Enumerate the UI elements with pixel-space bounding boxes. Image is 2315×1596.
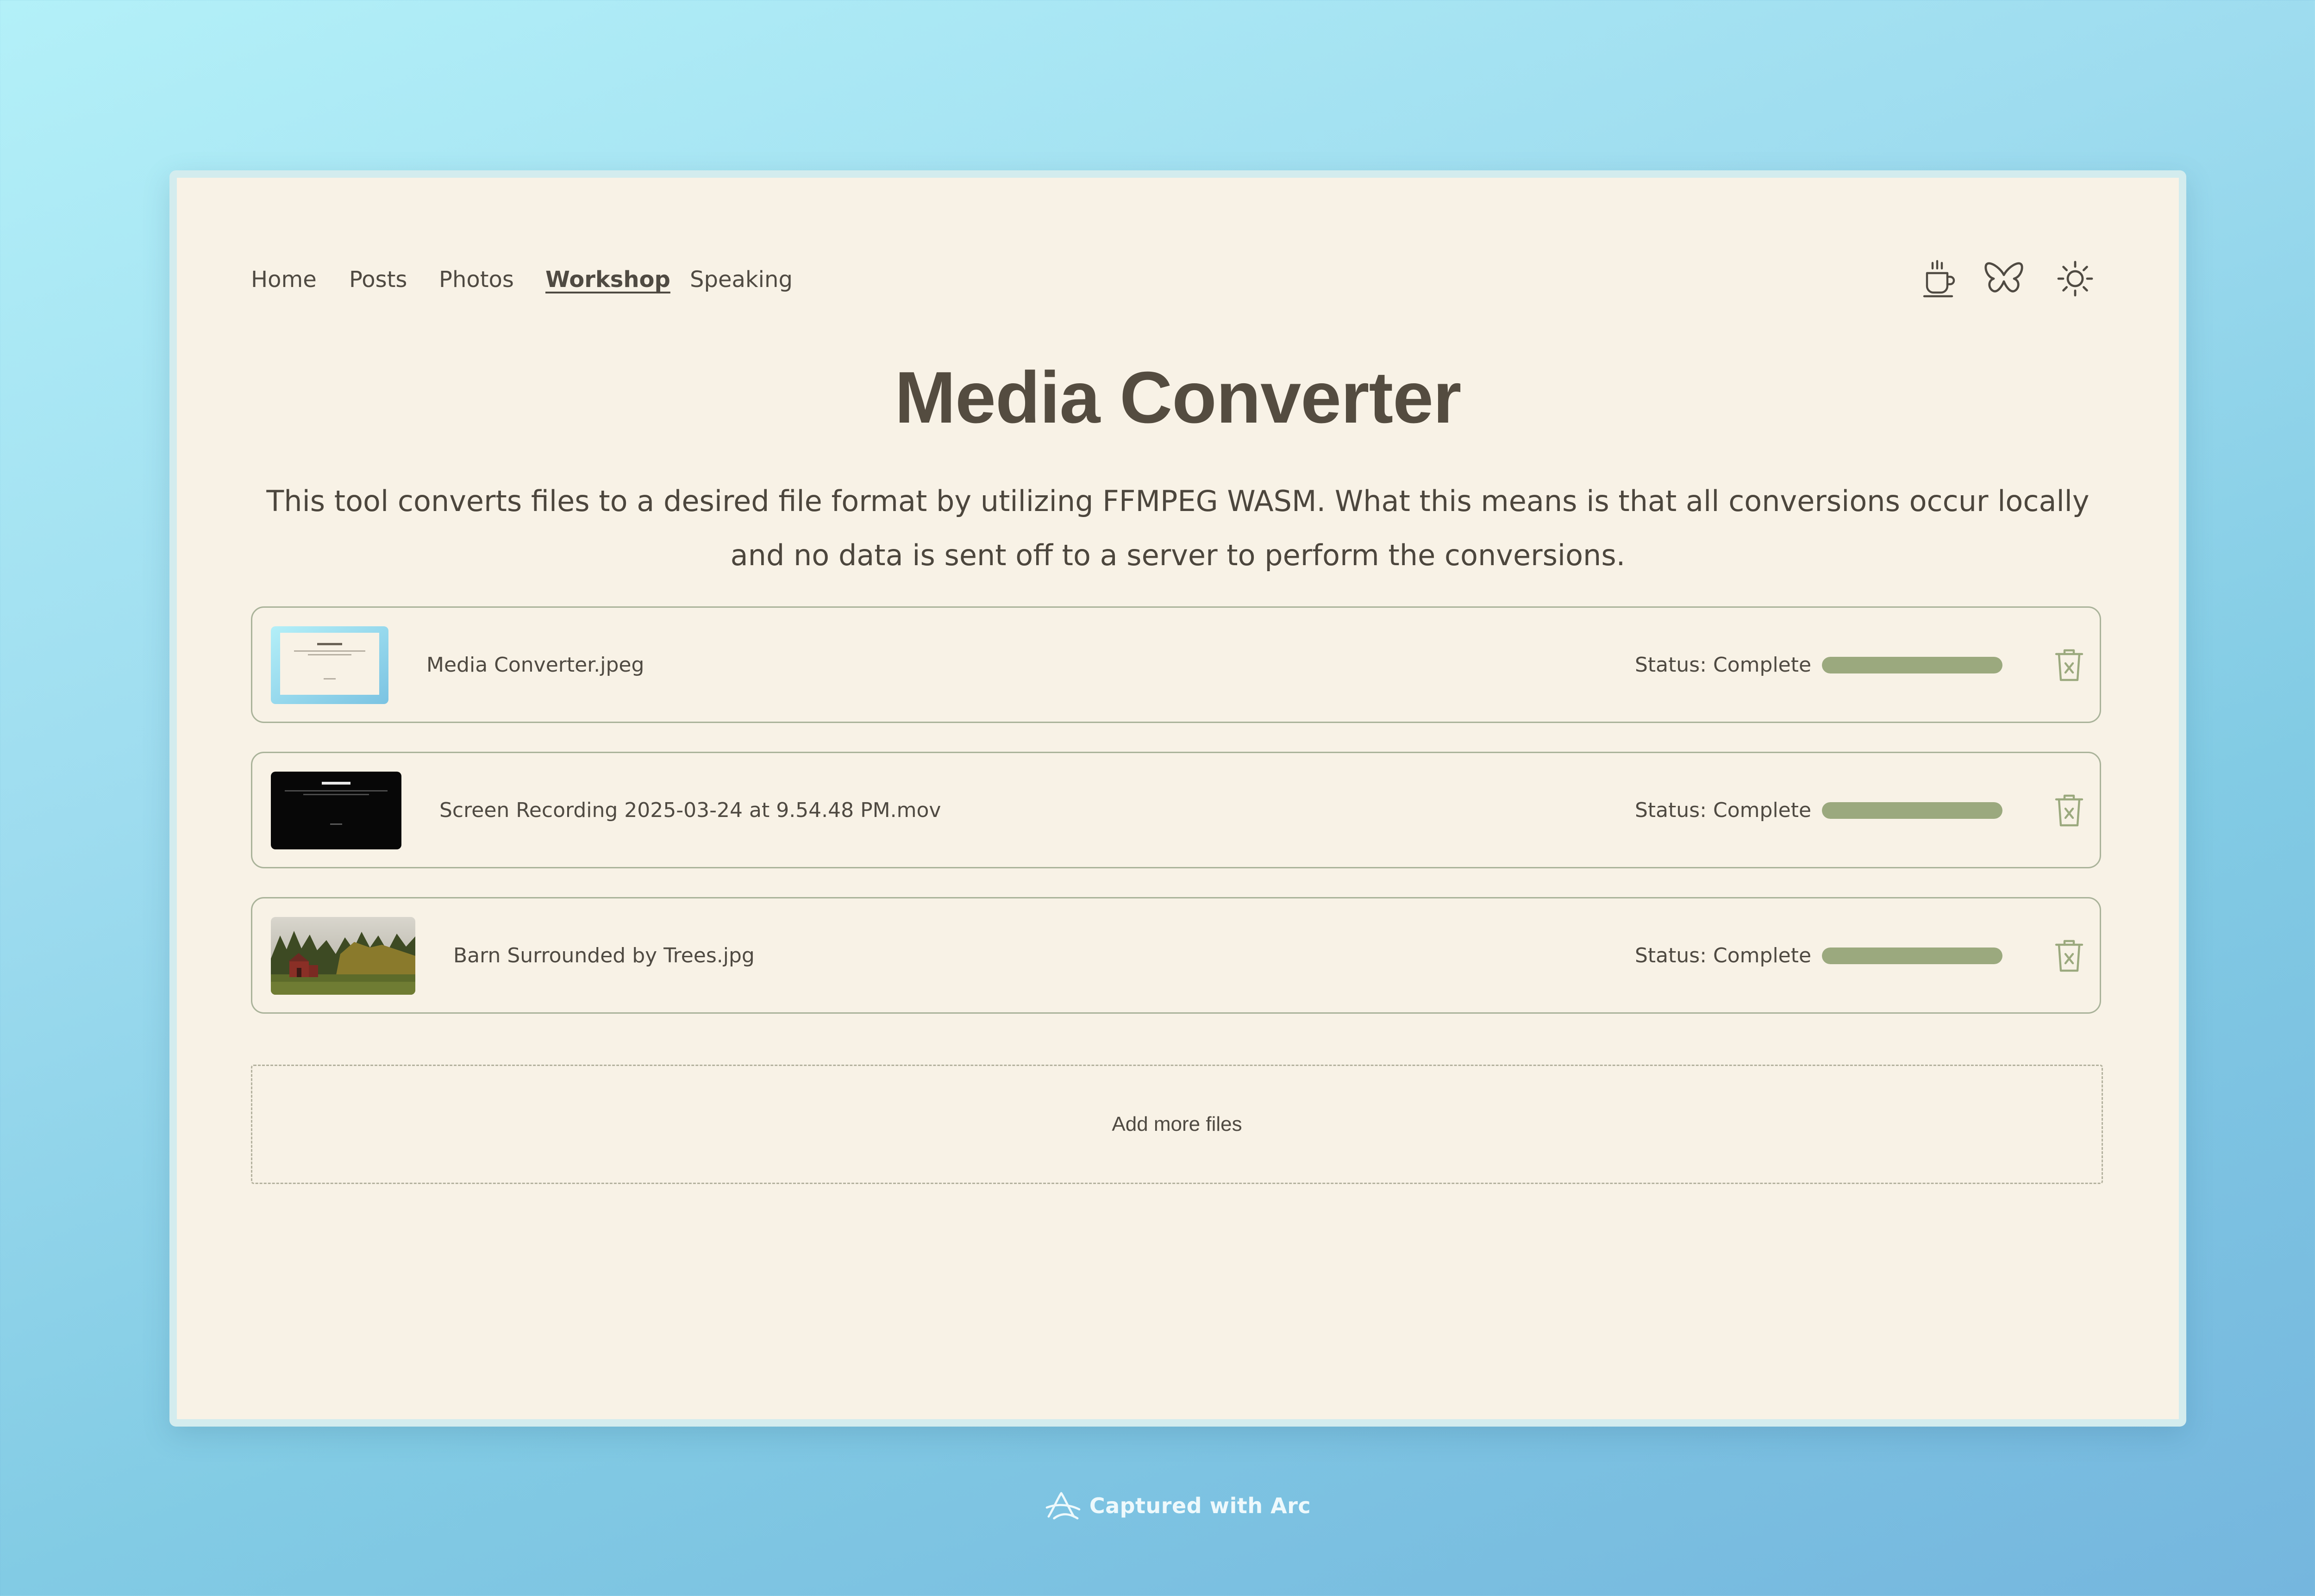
file-progress-fill (1822, 948, 2002, 964)
arc-logo-icon (1045, 1492, 1081, 1520)
page-title: Media Converter (895, 357, 1461, 438)
file-progress-bar (1822, 657, 2002, 673)
nav-link-posts[interactable]: Posts (349, 266, 407, 293)
trash-icon (2055, 794, 2084, 827)
file-name: Media Converter.jpeg (426, 653, 644, 677)
delete-file-button[interactable] (2049, 645, 2090, 686)
delete-file-button[interactable] (2049, 935, 2090, 976)
footer-text: Captured with Arc (1089, 1493, 1311, 1518)
file-status: Status: Complete (1635, 653, 1812, 677)
file-progress-bar (1822, 948, 2002, 964)
file-status: Status: Complete (1635, 798, 1812, 822)
nav-link-speaking[interactable]: Speaking (690, 266, 793, 293)
file-thumbnail (271, 917, 415, 995)
file-progress-fill (1822, 802, 2002, 819)
file-name: Barn Surrounded by Trees.jpg (453, 944, 755, 967)
trash-icon (2055, 649, 2084, 681)
file-status: Status: Complete (1635, 944, 1812, 967)
file-row: Screen Recording 2025-03-24 at 9.54.48 P… (251, 752, 2101, 868)
nav-link-workshop[interactable]: Workshop (545, 266, 670, 293)
file-progress-bar (1822, 802, 2002, 819)
file-row: Media Converter.jpeg Status: Complete (251, 606, 2101, 723)
browser-window: Home Posts Photos Workshop Speaking Medi… (169, 170, 2186, 1427)
nav-link-home[interactable]: Home (251, 266, 317, 293)
file-thumbnail (271, 772, 401, 849)
sun-icon[interactable] (2053, 256, 2097, 301)
footer: Captured with Arc (0, 1490, 2315, 1522)
delete-file-button[interactable] (2049, 790, 2090, 831)
file-row: Barn Surrounded by Trees.jpg Status: Com… (251, 897, 2101, 1014)
coffee-cup-icon[interactable] (1917, 256, 1961, 301)
file-progress-fill (1822, 657, 2002, 673)
file-name: Screen Recording 2025-03-24 at 9.54.48 P… (439, 798, 941, 822)
page-description: This tool converts files to a desired fi… (266, 484, 2090, 572)
trash-icon (2055, 940, 2084, 972)
add-more-files-button[interactable]: Add more files (251, 1065, 2103, 1184)
butterfly-icon[interactable] (1982, 256, 2026, 301)
nav-link-photos[interactable]: Photos (439, 266, 514, 293)
file-thumbnail (271, 626, 388, 704)
